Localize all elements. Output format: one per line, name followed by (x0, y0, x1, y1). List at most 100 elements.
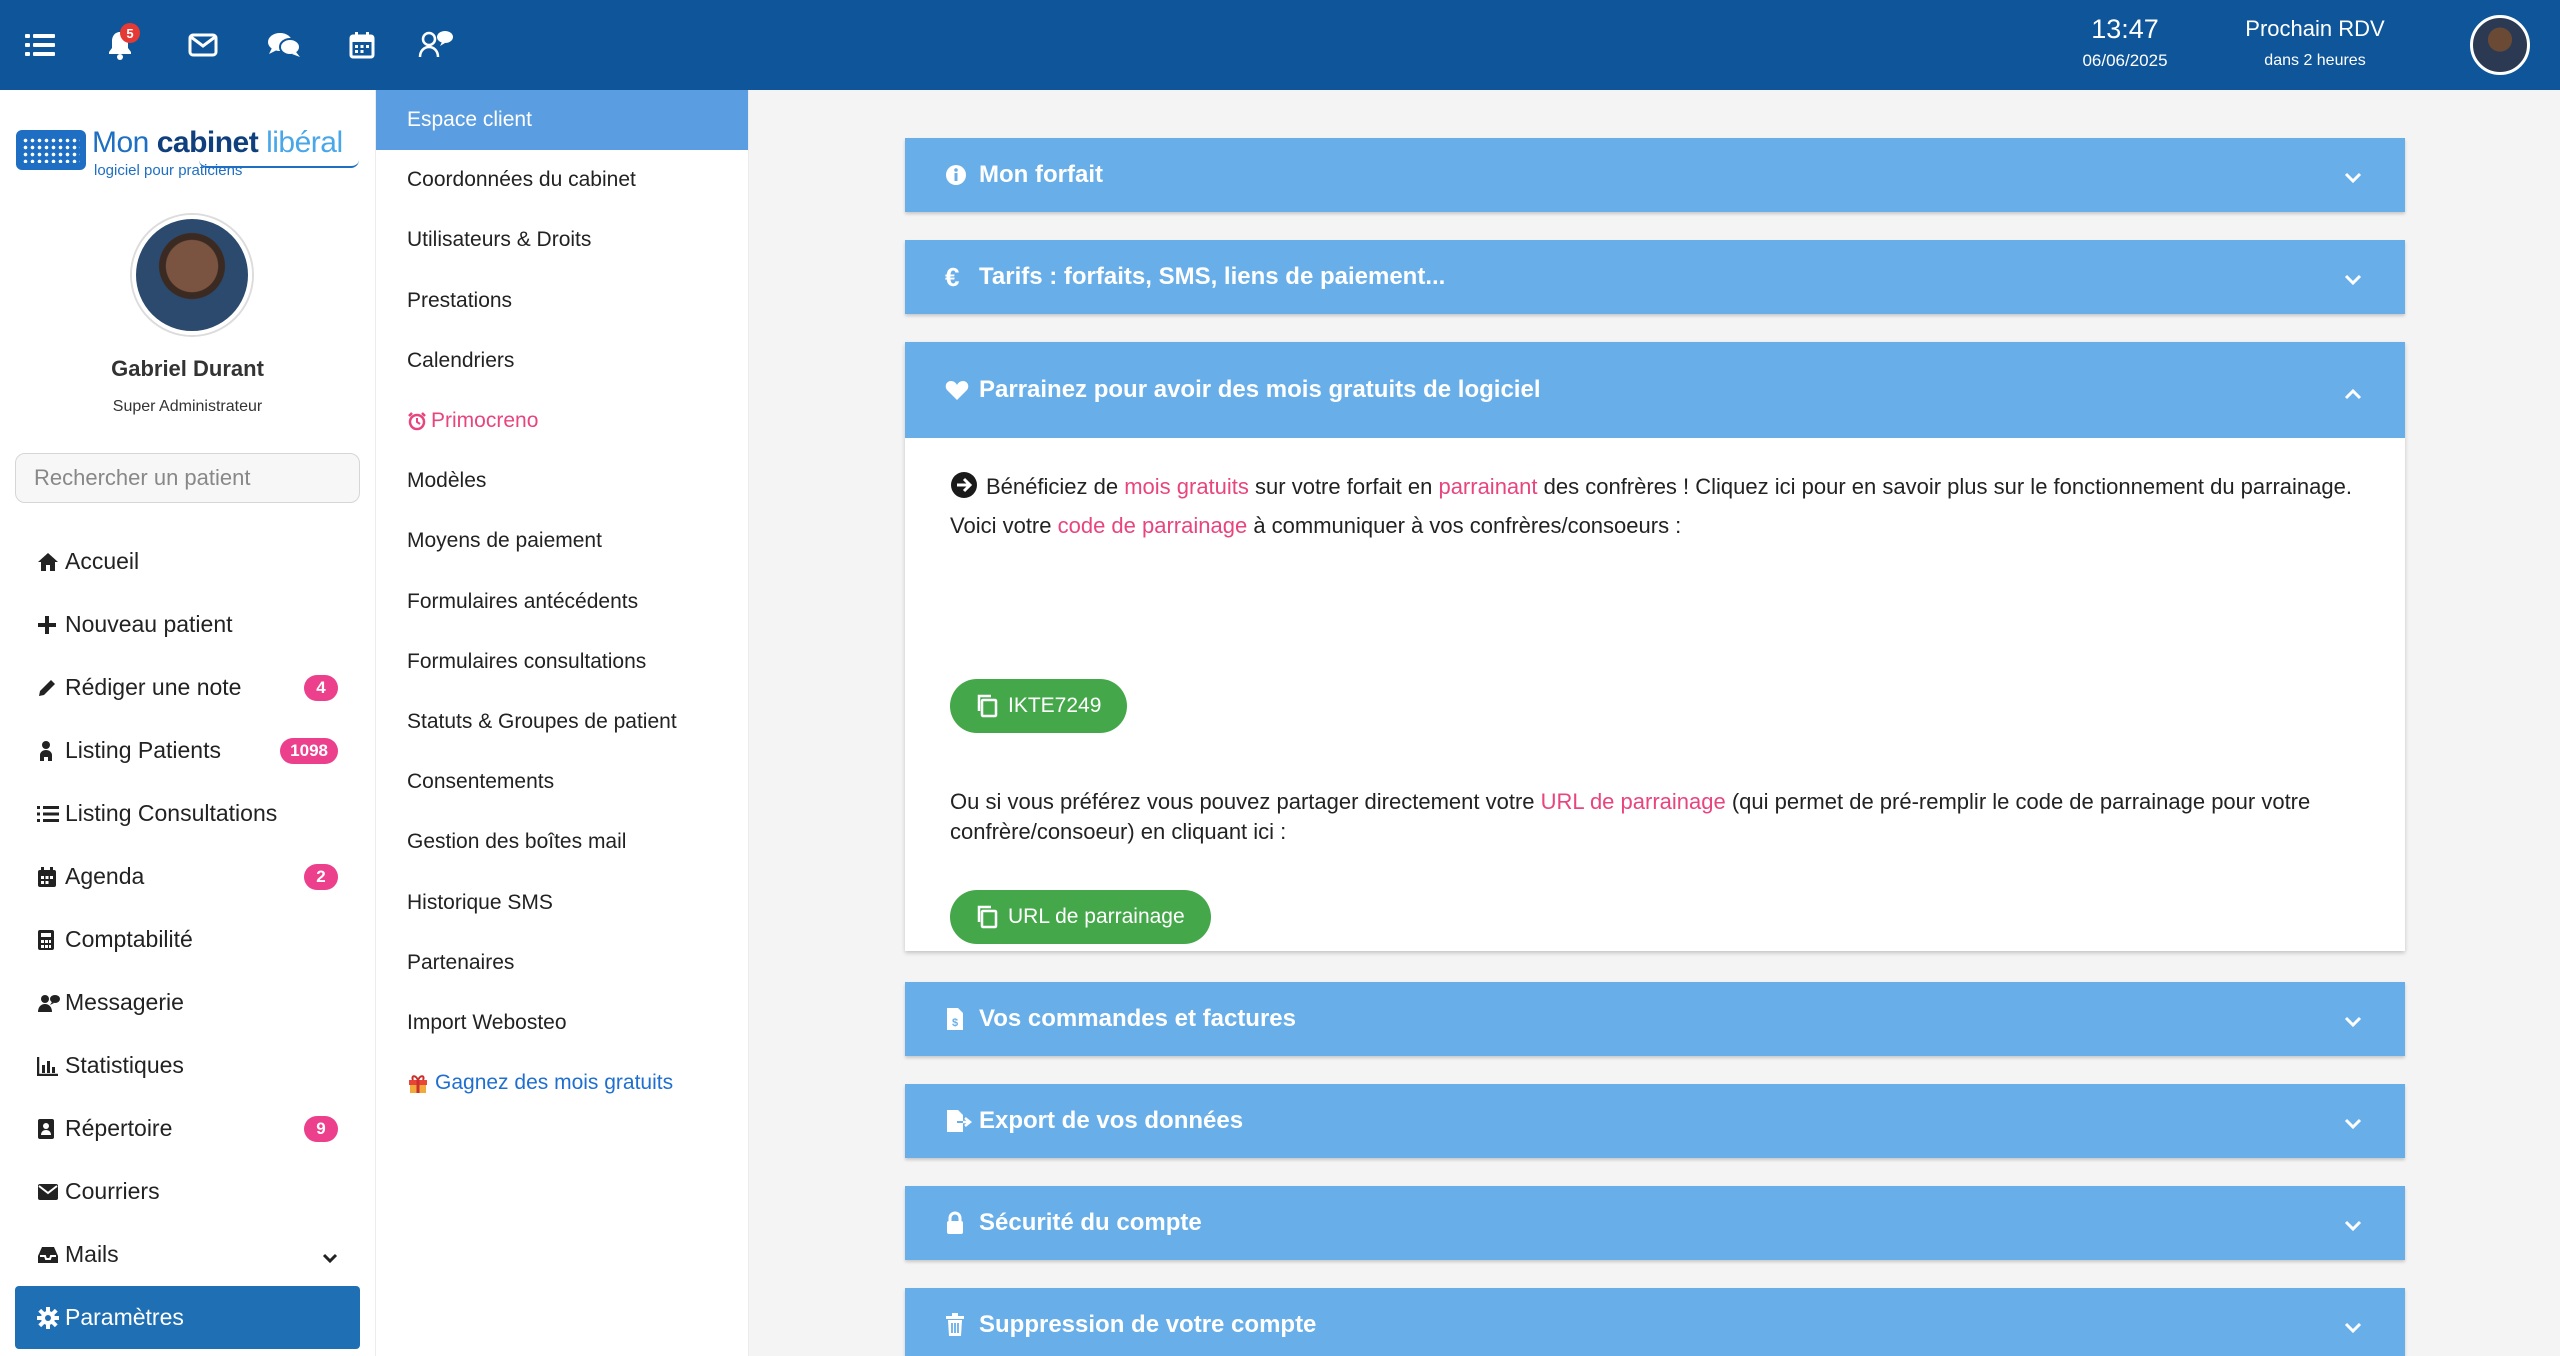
highlight-mois-gratuits: mois gratuits (1124, 474, 1249, 499)
keyboard-keys-icon (22, 137, 80, 163)
submenu-modeles[interactable]: Modèles (376, 451, 748, 511)
menu-item-label: Listing Consultations (65, 800, 278, 826)
copy-referral-url-button[interactable]: URL de parrainage (950, 890, 1211, 944)
highlight-parrainant: parrainant (1438, 474, 1538, 499)
arrow-circle-icon (950, 471, 978, 509)
calendar-icon[interactable] (342, 25, 382, 65)
current-date: 06/06/2025 (2082, 51, 2168, 70)
menu-item-repertoire[interactable]: Répertoire 9 (15, 1097, 360, 1160)
parrainage-intro-text: Bénéficiez de mois gratuits sur votre fo… (950, 470, 2370, 543)
menu-item-nouveau-patient[interactable]: Nouveau patient (15, 593, 360, 656)
submenu-moyens-paiement[interactable]: Moyens de paiement (376, 511, 748, 571)
submenu-partenaires[interactable]: Partenaires (376, 933, 748, 993)
panel-securite-compte[interactable]: Sécurité du compte (905, 1186, 2405, 1260)
repertoire-count-badge: 9 (304, 1116, 338, 1142)
logo-brand-part2: cabinet (156, 126, 259, 159)
user-avatar[interactable] (2470, 15, 2530, 75)
chevron-down-icon[interactable] (322, 1243, 338, 1270)
chevron-down-icon (2343, 1110, 2363, 1138)
patients-count-badge: 1098 (280, 738, 338, 764)
submenu-formulaires-consultations[interactable]: Formulaires consultations (376, 632, 748, 692)
top-bar: 5 13:47 06/06/2025 Prochain RDV dans 2 h… (0, 0, 2560, 90)
panel-parrainage-header[interactable]: Parrainez pour avoir des mois gratuits d… (905, 342, 2405, 438)
panel-title: Mon forfait (979, 161, 1103, 188)
panel-title: Parrainez pour avoir des mois gratuits d… (979, 376, 1541, 403)
menu-item-label: Accueil (65, 548, 140, 574)
submenu-primocreno[interactable]: Primocreno (376, 391, 748, 451)
submenu-consentements[interactable]: Consentements (376, 752, 748, 812)
pencil-icon (37, 678, 65, 698)
menu-item-listing-patients[interactable]: Listing Patients 1098 (15, 719, 360, 782)
menu-item-agenda[interactable]: Agenda 2 (15, 845, 360, 908)
submenu-import-webosteo[interactable]: Import Webosteo (376, 993, 748, 1053)
lock-icon (945, 1211, 979, 1235)
menu-item-label: Répertoire (65, 1115, 173, 1141)
users-icon (37, 993, 65, 1013)
submenu-prestations[interactable]: Prestations (376, 271, 748, 331)
profile-avatar[interactable] (132, 215, 252, 335)
menu-list-icon[interactable] (20, 25, 60, 65)
submenu-espace-client[interactable]: Espace client (376, 90, 748, 151)
address-book-icon (37, 1118, 65, 1140)
chat-icon[interactable] (264, 25, 304, 65)
panel-tarifs[interactable]: € Tarifs : forfaits, SMS, liens de paiem… (905, 240, 2405, 314)
text-segment: sur votre forfait en (1248, 474, 1439, 499)
submenu-coordonnees[interactable]: Coordonnées du cabinet (376, 150, 748, 210)
panel-commandes-factures[interactable]: $ Vos commandes et factures (905, 982, 2405, 1056)
menu-item-parametres[interactable]: Paramètres (15, 1286, 360, 1349)
menu-item-mails[interactable]: Mails (15, 1223, 360, 1286)
notifications-bell-icon[interactable]: 5 (100, 23, 140, 65)
calendar-icon (37, 866, 65, 888)
menu-item-statistiques[interactable]: Statistiques (15, 1034, 360, 1097)
submenu-gagnez-mois-gratuits[interactable]: Gagnez des mois gratuits (376, 1053, 748, 1113)
menu-item-accueil[interactable]: Accueil (15, 530, 360, 593)
menu-item-courriers[interactable]: Courriers (15, 1160, 360, 1223)
chevron-down-icon (2343, 266, 2363, 294)
menu-item-messagerie[interactable]: Messagerie (15, 971, 360, 1034)
panel-suppression-compte[interactable]: Suppression de votre compte (905, 1288, 2405, 1356)
svg-text:$: $ (952, 1017, 958, 1029)
app-logo[interactable]: Mon cabinet libéral logiciel pour pratic… (14, 110, 364, 180)
panel-export-donnees[interactable]: Export de vos données (905, 1084, 2405, 1158)
menu-item-rediger-note[interactable]: Rédiger une note 4 (15, 656, 360, 719)
submenu-calendriers[interactable]: Calendriers (376, 331, 748, 391)
logo-brand-part3: libéral (258, 126, 343, 159)
notes-count-badge: 4 (304, 675, 338, 701)
panel-title: Tarifs : forfaits, SMS, liens de paiemen… (979, 263, 1446, 290)
patient-search-input[interactable] (15, 453, 360, 503)
plus-icon (37, 615, 65, 635)
text-segment: à communiquer à vos confrères/consoeurs … (1247, 513, 1682, 538)
menu-item-label: Rédiger une note (65, 674, 242, 700)
patient-icon (37, 740, 65, 762)
text-segment: Bénéficiez de (986, 474, 1125, 499)
menu-item-label: Paramètres (65, 1304, 184, 1330)
info-icon (945, 164, 979, 186)
mail-icon[interactable] (183, 25, 223, 65)
menu-item-label: Courriers (65, 1178, 160, 1204)
submenu-statuts-groupes[interactable]: Statuts & Groupes de patient (376, 692, 748, 752)
menu-item-label: Agenda (65, 863, 145, 889)
home-icon (37, 552, 65, 572)
inbox-icon (37, 1246, 65, 1264)
menu-item-label: Messagerie (65, 989, 184, 1015)
submenu-gestion-boites-mail[interactable]: Gestion des boîtes mail (376, 812, 748, 872)
menu-item-label: Comptabilité (65, 926, 193, 952)
current-time: 13:47 (2091, 14, 2159, 44)
team-chat-icon[interactable] (416, 25, 456, 65)
submenu-utilisateurs[interactable]: Utilisateurs & Droits (376, 210, 748, 270)
highlight-url-parrainage: URL de parrainage (1540, 789, 1726, 814)
submenu-historique-sms[interactable]: Historique SMS (376, 872, 748, 932)
panel-mon-forfait[interactable]: Mon forfait (905, 138, 2405, 212)
sidebar: Mon cabinet libéral logiciel pour pratic… (0, 90, 375, 1356)
copy-referral-code-button[interactable]: IKTE7249 (950, 679, 1128, 733)
calculator-icon (37, 929, 65, 951)
alarm-clock-icon (407, 411, 431, 431)
submenu-formulaires-antecedents[interactable]: Formulaires antécédents (376, 572, 748, 632)
logo-swoosh (199, 160, 359, 168)
next-appointment[interactable]: Prochain RDV dans 2 heures (2220, 16, 2410, 70)
panel-title: Suppression de votre compte (979, 1311, 1317, 1338)
menu-item-listing-consultations[interactable]: Listing Consultations (15, 782, 360, 845)
menu-item-comptabilite[interactable]: Comptabilité (15, 908, 360, 971)
referral-code: IKTE7249 (1008, 694, 1102, 717)
settings-submenu: Espace client Coordonnées du cabinet Uti… (375, 90, 749, 1356)
